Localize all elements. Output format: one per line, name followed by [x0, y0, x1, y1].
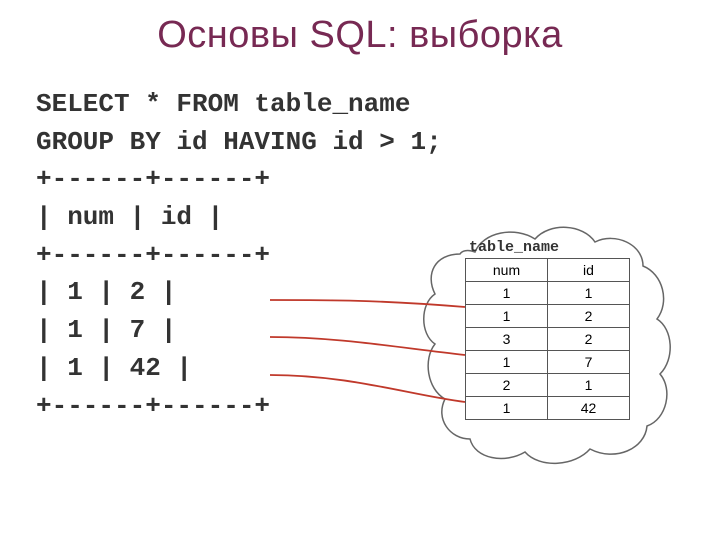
- source-table-label: table_name: [465, 239, 630, 256]
- sql-line-2: GROUP BY id HAVING id > 1;: [36, 124, 442, 162]
- result-row-2: | 1 | 7 |: [36, 312, 442, 350]
- col-header-num: num: [466, 259, 548, 282]
- cell: 2: [548, 328, 630, 351]
- result-header: | num | id |: [36, 199, 442, 237]
- source-table-container: table_name num id 1 1 1 2 3 2: [465, 239, 630, 420]
- table-row: 1 42: [466, 397, 630, 420]
- result-row-3: | 1 | 42 |: [36, 350, 442, 388]
- cell: 1: [466, 305, 548, 328]
- thought-cloud: table_name num id 1 1 1 2 3 2: [415, 204, 675, 474]
- cell: 1: [466, 397, 548, 420]
- cell: 1: [466, 351, 548, 374]
- result-sep-mid: +------+------+: [36, 237, 442, 275]
- source-table-header-row: num id: [466, 259, 630, 282]
- table-row: 2 1: [466, 374, 630, 397]
- cell: 1: [548, 282, 630, 305]
- cell: 7: [548, 351, 630, 374]
- sql-line-1: SELECT * FROM table_name: [36, 86, 442, 124]
- cell: 2: [466, 374, 548, 397]
- source-table: num id 1 1 1 2 3 2 1 7: [465, 258, 630, 420]
- result-sep-bot: +------+------+: [36, 388, 442, 426]
- cell: 3: [466, 328, 548, 351]
- table-row: 1 1: [466, 282, 630, 305]
- page-title: Основы SQL: выборка: [0, 0, 720, 57]
- col-header-id: id: [548, 259, 630, 282]
- cell: 2: [548, 305, 630, 328]
- sql-code-block: SELECT * FROM table_name GROUP BY id HAV…: [36, 86, 442, 425]
- cell: 42: [548, 397, 630, 420]
- cell: 1: [466, 282, 548, 305]
- result-row-1: | 1 | 2 |: [36, 274, 442, 312]
- table-row: 1 7: [466, 351, 630, 374]
- table-row: 1 2: [466, 305, 630, 328]
- cell: 1: [548, 374, 630, 397]
- table-row: 3 2: [466, 328, 630, 351]
- result-sep-top: +------+------+: [36, 161, 442, 199]
